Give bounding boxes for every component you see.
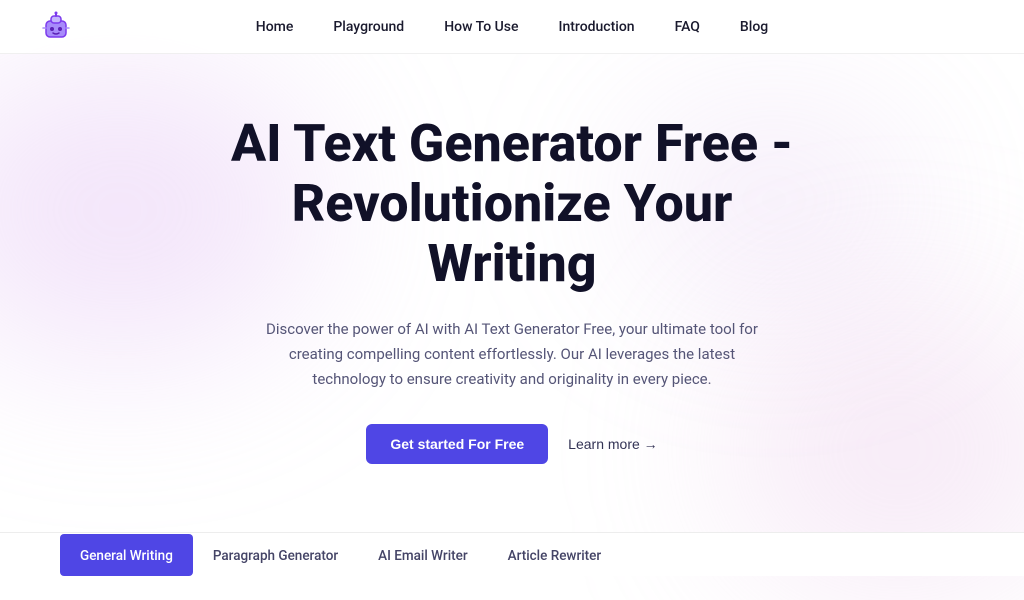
nav-item-how-to-use[interactable]: How To Use: [444, 19, 518, 35]
site-header: Home Playground How To Use Introduction …: [0, 0, 1024, 54]
tab-ai-email-writer[interactable]: AI Email Writer: [358, 534, 488, 576]
logo-icon: [40, 11, 72, 43]
tab-article-rewriter[interactable]: Article Rewriter: [488, 534, 622, 576]
hero-section: AI Text Generator Free - Revolutionize Y…: [0, 54, 1024, 504]
nav-item-home[interactable]: Home: [256, 19, 294, 35]
hero-description: Discover the power of AI with AI Text Ge…: [262, 317, 762, 391]
tab-paragraph-generator[interactable]: Paragraph Generator: [193, 534, 358, 576]
logo[interactable]: [40, 11, 72, 43]
tab-general-writing[interactable]: General Writing: [60, 534, 193, 576]
hero-buttons: Get started For Free Learn more →: [366, 424, 657, 464]
learn-more-button[interactable]: Learn more →: [568, 436, 657, 452]
hero-title: AI Text Generator Free - Revolutionize Y…: [202, 114, 822, 293]
nav-item-faq[interactable]: FAQ: [675, 19, 700, 35]
tab-bar: General Writing Paragraph Generator AI E…: [0, 532, 1024, 576]
main-nav: Home Playground How To Use Introduction …: [256, 19, 768, 35]
nav-item-blog[interactable]: Blog: [740, 19, 768, 35]
get-started-button[interactable]: Get started For Free: [366, 424, 548, 464]
nav-item-introduction[interactable]: Introduction: [559, 19, 635, 35]
nav-item-playground[interactable]: Playground: [333, 19, 404, 35]
